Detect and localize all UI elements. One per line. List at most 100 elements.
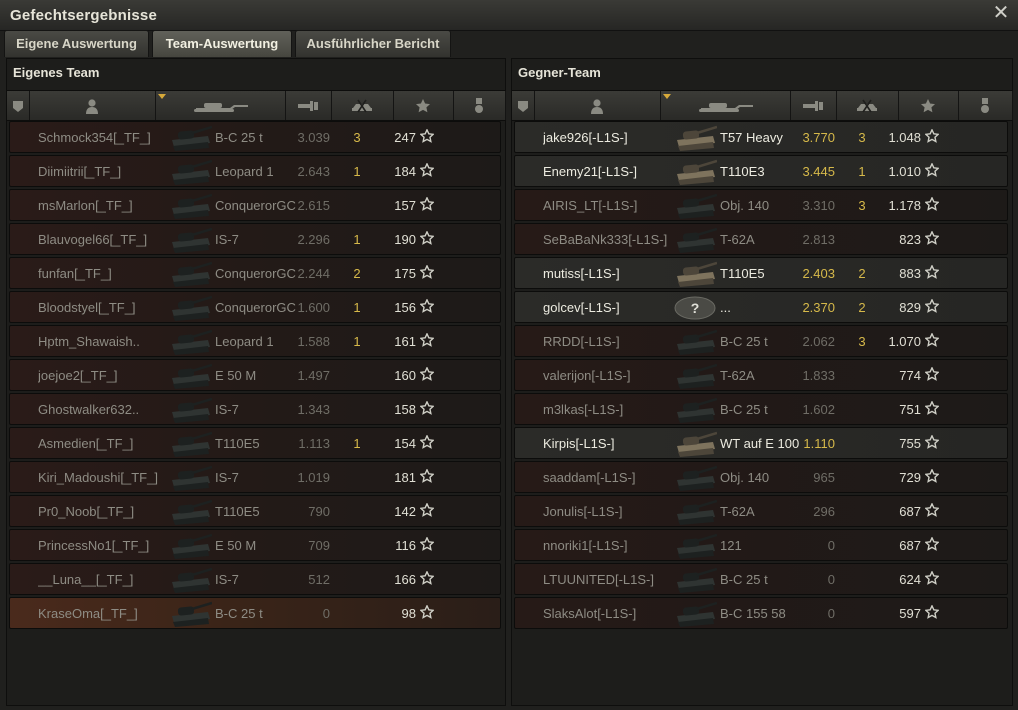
kills-value: 3 <box>858 334 866 349</box>
player-name: jake926[-L1S-] <box>543 130 628 145</box>
player-name: SlaksAlot[-L1S-] <box>543 606 637 621</box>
xp-value: 116 <box>395 538 416 553</box>
player-row[interactable]: valerijon[-L1S-] T-62A 1.833 774 <box>514 359 1008 391</box>
header-medal[interactable] <box>453 91 506 120</box>
damage-value: 1.113 <box>298 436 330 451</box>
player-row[interactable]: golcev[-L1S-]?... 2.370 2 829 <box>514 291 1008 323</box>
damage-value: 0 <box>827 572 835 587</box>
player-row[interactable]: jake926[-L1S-] T57 Heavy 3.770 3 1.048 <box>514 121 1008 153</box>
header-medal[interactable] <box>958 91 1013 120</box>
tank-icon <box>673 531 718 559</box>
player-row[interactable]: RRDD[-L1S-] B-C 25 t 2.062 3 1.070 <box>514 325 1008 357</box>
player-icon <box>590 98 604 114</box>
player-row[interactable]: Jonulis[-L1S-] T-62A 296 687 <box>514 495 1008 527</box>
squad-icon <box>516 99 530 113</box>
player-name: Schmock354[_TF_] <box>38 130 151 145</box>
player-row[interactable]: Enemy21[-L1S-] T110E3 3.445 1 1.010 <box>514 155 1008 187</box>
xp-star-icon <box>419 434 435 449</box>
xp-star-icon <box>419 400 435 415</box>
player-row[interactable]: Diimiitrii[_TF_] Leopard 1 2.643 1 184 <box>9 155 501 187</box>
player-row[interactable]: SlaksAlot[-L1S-] B-C 155 58 0 597 <box>514 597 1008 629</box>
player-row[interactable]: LTUUNITED[-L1S-] B-C 25 t 0 624 <box>514 563 1008 595</box>
xp-value: 154 <box>394 436 416 451</box>
tank-icon <box>168 531 213 559</box>
header-tank[interactable] <box>155 91 286 120</box>
player-row[interactable]: Schmock354[_TF_] B-C 25 t 3.039 3 247 <box>9 121 501 153</box>
player-row[interactable]: AIRIS_LT[-L1S-] Obj. 140 3.310 3 1.178 <box>514 189 1008 221</box>
xp-star-icon <box>419 128 435 143</box>
player-row[interactable]: m3lkas[-L1S-] B-C 25 t 1.602 751 <box>514 393 1008 425</box>
player-name: joejoe2[_TF_] <box>38 368 118 383</box>
player-row[interactable]: SeBaBaNk333[-L1S-] T-62A 2.813 823 <box>514 223 1008 255</box>
player-row[interactable]: Bloodstyel[_TF_] ConquerorGC 1.600 1 156 <box>9 291 501 323</box>
player-row[interactable]: Ghostwalker632.. IS-7 1.343 158 <box>9 393 501 425</box>
kills-value: 1 <box>353 300 361 315</box>
tank-icon <box>192 99 248 113</box>
header-xp-star[interactable] <box>898 91 959 120</box>
medal-icon <box>474 97 484 114</box>
enemy-team-title: Gegner-Team <box>518 65 601 80</box>
xp-star-icon <box>419 468 435 483</box>
player-row[interactable]: saaddam[-L1S-] Obj. 140 965 729 <box>514 461 1008 493</box>
tab-team-auswertung[interactable]: Team-Auswertung <box>152 30 292 57</box>
xp-star-icon <box>419 230 435 245</box>
xp-star-icon <box>924 196 940 211</box>
battle-results-window: Gefechtsergebnisse ✕ Eigene Auswertung T… <box>0 0 1018 710</box>
xp-star-icon <box>419 502 435 517</box>
player-row[interactable]: joejoe2[_TF_] E 50 M 1.497 160 <box>9 359 501 391</box>
xp-value: 181 <box>394 470 416 485</box>
xp-star-icon <box>924 366 940 381</box>
player-row[interactable]: KraseOma[_TF_] B-C 25 t 0 98 <box>9 597 501 629</box>
xp-value: 161 <box>394 334 416 349</box>
player-row[interactable]: Hptm_Shawaish.. Leopard 1 1.588 1 161 <box>9 325 501 357</box>
xp-value: 160 <box>394 368 416 383</box>
player-row[interactable]: mutiss[-L1S-] T110E5 2.403 2 883 <box>514 257 1008 289</box>
player-name: mutiss[-L1S-] <box>543 266 620 281</box>
header-kills[interactable] <box>836 91 899 120</box>
damage-value: 2.643 <box>297 164 330 179</box>
damage-value: 2.244 <box>297 266 330 281</box>
tab-eigene-auswertung[interactable]: Eigene Auswertung <box>4 30 149 57</box>
xp-star-icon <box>924 536 940 551</box>
xp-value: 624 <box>899 572 921 587</box>
damage-value: 296 <box>813 504 835 519</box>
xp-value: 1.178 <box>888 198 921 213</box>
header-squad[interactable] <box>7 91 30 120</box>
damage-value: 1.497 <box>297 368 330 383</box>
player-row[interactable]: Kiri_Madoushi[_TF_] IS-7 1.019 181 <box>9 461 501 493</box>
tab-ausfuehrlicher-bericht[interactable]: Ausführlicher Bericht <box>295 30 451 57</box>
player-row[interactable]: Asmedien[_TF_] T110E5 1.113 1 154 <box>9 427 501 459</box>
player-row[interactable]: funfan[_TF_] ConquerorGC 2.244 2 175 <box>9 257 501 289</box>
header-xp-star[interactable] <box>393 91 454 120</box>
header-kills[interactable] <box>331 91 394 120</box>
header-damage[interactable] <box>790 91 837 120</box>
xp-value: 142 <box>394 504 416 519</box>
player-row[interactable]: msMarlon[_TF_] ConquerorGC 2.615 157 <box>9 189 501 221</box>
header-damage[interactable] <box>285 91 332 120</box>
tank-icon <box>168 259 213 287</box>
player-row[interactable]: __Luna__[_TF_] IS-7 512 166 <box>9 563 501 595</box>
header-tank[interactable] <box>660 91 791 120</box>
tank-icon <box>168 497 213 525</box>
window-title: Gefechtsergebnisse <box>10 7 157 24</box>
player-row[interactable]: PrincessNo1[_TF_] E 50 M 709 116 <box>9 529 501 561</box>
xp-value: 184 <box>394 164 416 179</box>
damage-value: 709 <box>308 538 330 553</box>
damage-value: 2.813 <box>802 232 835 247</box>
header-player[interactable] <box>534 91 661 120</box>
header-player[interactable] <box>29 91 156 120</box>
damage-icon <box>803 99 823 113</box>
player-row[interactable]: Blauvogel66[_TF_] IS-7 2.296 1 190 <box>9 223 501 255</box>
kills-value: 1 <box>353 436 361 451</box>
damage-value: 2.062 <box>802 334 835 349</box>
player-row[interactable]: Kirpis[-L1S-] WT auf E 100 1.110 755 <box>514 427 1008 459</box>
xp-value: 190 <box>394 232 416 247</box>
xp-star-icon <box>924 264 940 279</box>
header-squad[interactable] <box>512 91 535 120</box>
kills-value: 2 <box>353 266 361 281</box>
player-row[interactable]: nnoriki1[-L1S-] 121 0 687 <box>514 529 1008 561</box>
kills-value: 1 <box>353 164 361 179</box>
xp-star-icon <box>415 98 431 114</box>
player-row[interactable]: Pr0_Noob[_TF_] T110E5 790 142 <box>9 495 501 527</box>
close-icon[interactable]: ✕ <box>992 3 1010 23</box>
